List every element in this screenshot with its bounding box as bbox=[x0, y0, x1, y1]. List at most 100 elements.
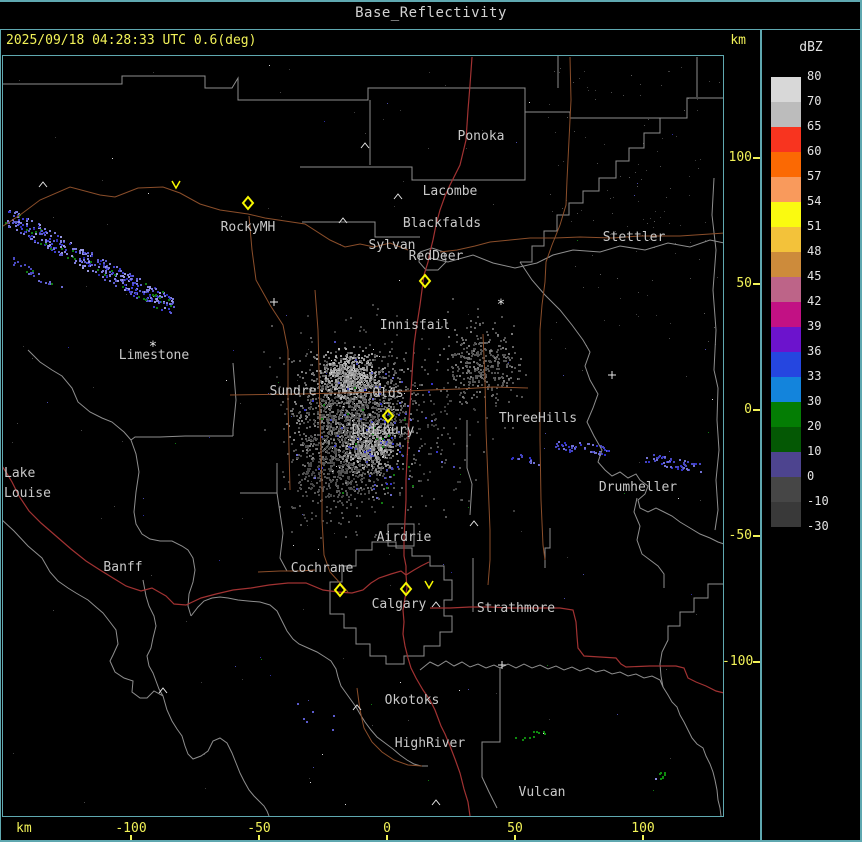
scale-swatch bbox=[771, 152, 801, 177]
scale-label: 70 bbox=[807, 94, 822, 108]
x-tick bbox=[130, 835, 132, 840]
scale-label: 39 bbox=[807, 319, 822, 333]
y-tick bbox=[753, 283, 760, 285]
city-label: Drumheller bbox=[599, 480, 677, 495]
city-label: Ponoka bbox=[458, 129, 505, 144]
diamond-marker bbox=[241, 195, 255, 211]
x-axis-unit: km bbox=[16, 821, 32, 836]
star-marker: * bbox=[149, 339, 157, 355]
scale-label: 42 bbox=[807, 294, 822, 308]
x-tick-label: 50 bbox=[507, 821, 523, 836]
y-axis-unit: km bbox=[730, 33, 746, 48]
scale-swatch bbox=[771, 227, 801, 252]
scale-label: 10 bbox=[807, 444, 822, 458]
scale-label: 57 bbox=[807, 169, 822, 183]
city-label: ThreeHills bbox=[499, 411, 577, 426]
scale-swatch bbox=[771, 302, 801, 327]
title-divider bbox=[0, 29, 862, 30]
scale-label: 20 bbox=[807, 419, 822, 433]
y-tick-label: 0 bbox=[744, 402, 752, 417]
x-tick-label: 0 bbox=[383, 821, 391, 836]
caret-marker bbox=[469, 520, 479, 527]
x-tick bbox=[642, 835, 644, 840]
city-label: Innisfail bbox=[380, 318, 450, 333]
city-label: Banff bbox=[103, 560, 142, 575]
city-label: Didsbury bbox=[352, 423, 415, 438]
y-tick-label: 50 bbox=[736, 276, 752, 291]
city-labels: PonokaLacombeBlackfaldsSylvanRedDeerStet… bbox=[4, 129, 677, 800]
city-label: Airdrie bbox=[377, 530, 432, 545]
scale-swatch bbox=[771, 352, 801, 377]
scale-label: 33 bbox=[807, 369, 822, 383]
city-label: Stettler bbox=[603, 230, 666, 245]
radar-viewer-window: Base_Reflectivity 2025/09/18 04:28:33 UT… bbox=[0, 0, 862, 842]
scale-swatch bbox=[771, 202, 801, 227]
scale-swatch bbox=[771, 102, 801, 127]
city-label: Olds bbox=[372, 386, 403, 401]
x-tick-label: -100 bbox=[115, 821, 147, 836]
scale-label: 51 bbox=[807, 219, 822, 233]
x-tick-label: 100 bbox=[631, 821, 655, 836]
plus-marker bbox=[270, 298, 278, 306]
y-tick bbox=[753, 157, 760, 159]
plus-marker bbox=[608, 371, 616, 379]
city-label: Vulcan bbox=[519, 785, 566, 800]
x-tick-label: -50 bbox=[247, 821, 271, 836]
y-tick-label: 100 bbox=[728, 150, 752, 165]
city-label: Strathmore bbox=[477, 601, 555, 616]
city-label: Lake bbox=[4, 466, 35, 481]
info-bar: 2025/09/18 04:28:33 UTC 0.6(deg) km bbox=[6, 33, 756, 53]
scale-swatch bbox=[771, 427, 801, 452]
city-label: RockyMH bbox=[221, 220, 276, 235]
diamond-marker bbox=[418, 273, 432, 289]
scale-label: 60 bbox=[807, 144, 822, 158]
scale-swatch bbox=[771, 402, 801, 427]
x-tick bbox=[514, 835, 516, 840]
city-label: RedDeer bbox=[409, 249, 464, 264]
city-label: HighRiver bbox=[395, 736, 466, 751]
scale-label: 36 bbox=[807, 344, 822, 358]
scale-label: 45 bbox=[807, 269, 822, 283]
scale-swatch bbox=[771, 77, 801, 102]
scale-label: 80 bbox=[807, 69, 822, 83]
title-bar: Base_Reflectivity bbox=[0, 0, 862, 26]
y-tick bbox=[753, 409, 760, 411]
x-tick bbox=[386, 835, 388, 840]
city-label: Okotoks bbox=[385, 693, 440, 708]
caret-marker bbox=[431, 799, 441, 806]
scale-swatch bbox=[771, 502, 801, 527]
scale-label: -10 bbox=[807, 494, 829, 508]
scale-label: 48 bbox=[807, 244, 822, 258]
v-marker bbox=[171, 180, 181, 190]
city-label: Calgary bbox=[372, 597, 427, 612]
city-label: Blackfalds bbox=[403, 216, 481, 231]
v-marker bbox=[424, 580, 434, 590]
scale-label: 65 bbox=[807, 119, 822, 133]
diamond-marker bbox=[333, 582, 347, 598]
scale-label: -30 bbox=[807, 519, 829, 533]
y-tick-label: -50 bbox=[728, 528, 752, 543]
scale-swatch bbox=[771, 377, 801, 402]
scale-swatch bbox=[771, 452, 801, 477]
star-marker: * bbox=[497, 297, 505, 313]
left-border bbox=[0, 29, 1, 842]
city-label: Sundre bbox=[270, 384, 317, 399]
scale-label: 30 bbox=[807, 394, 822, 408]
x-tick bbox=[258, 835, 260, 840]
city-label: Cochrane bbox=[291, 561, 354, 576]
scale-swatch bbox=[771, 127, 801, 152]
city-label: Lacombe bbox=[423, 184, 478, 199]
scale-swatch bbox=[771, 477, 801, 502]
radar-map[interactable]: PonokaLacombeBlackfaldsSylvanRedDeerStet… bbox=[3, 56, 723, 816]
timestamp-text: 2025/09/18 04:28:33 UTC 0.6(deg) bbox=[6, 33, 257, 48]
scale-swatch bbox=[771, 177, 801, 202]
panel-divider bbox=[760, 30, 762, 842]
y-tick-label: -100 bbox=[722, 654, 754, 669]
scale-swatch bbox=[771, 327, 801, 352]
y-tick bbox=[753, 661, 760, 663]
caret-marker bbox=[431, 601, 441, 608]
scale-swatch bbox=[771, 252, 801, 277]
scale-label: 0 bbox=[807, 469, 815, 483]
scale-label: 54 bbox=[807, 194, 822, 208]
caret-marker bbox=[38, 181, 48, 188]
